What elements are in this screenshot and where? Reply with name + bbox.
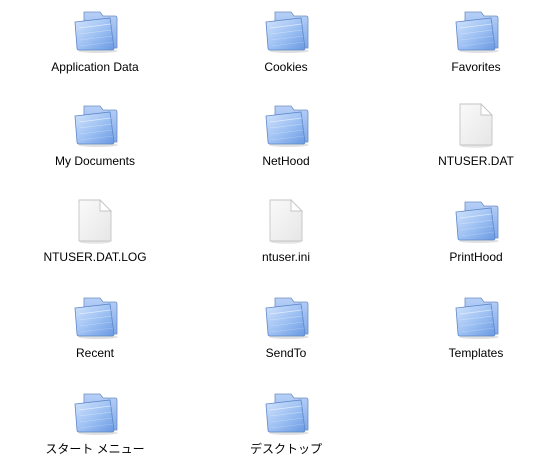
- folder-icon[interactable]: [261, 294, 311, 340]
- folder-icon[interactable]: [451, 198, 501, 244]
- folder-item[interactable]: スタート メニュー: [20, 390, 170, 470]
- folder-item[interactable]: Favorites: [401, 8, 550, 88]
- document-icon[interactable]: [451, 102, 501, 148]
- folder-icon[interactable]: [451, 294, 501, 340]
- item-label[interactable]: Recent: [20, 346, 170, 360]
- folder-item[interactable]: Application Data: [20, 8, 170, 88]
- item-label[interactable]: PrintHood: [401, 250, 550, 264]
- item-label[interactable]: Favorites: [401, 60, 550, 74]
- folder-item[interactable]: NetHood: [211, 102, 361, 182]
- folder-item[interactable]: Cookies: [211, 8, 361, 88]
- folder-icon[interactable]: [451, 8, 501, 54]
- item-label[interactable]: My Documents: [20, 154, 170, 168]
- folder-item[interactable]: デスクトップ: [211, 390, 361, 470]
- folder-item[interactable]: My Documents: [20, 102, 170, 182]
- item-label[interactable]: ntuser.ini: [211, 250, 361, 264]
- document-icon[interactable]: [70, 198, 120, 244]
- item-label[interactable]: スタート メニュー: [20, 442, 170, 456]
- folder-icon[interactable]: [70, 294, 120, 340]
- folder-icon[interactable]: [261, 8, 311, 54]
- folder-icon[interactable]: [261, 390, 311, 436]
- folder-item[interactable]: Recent: [20, 294, 170, 374]
- folder-item[interactable]: SendTo: [211, 294, 361, 374]
- file-item[interactable]: NTUSER.DAT.LOG: [20, 198, 170, 278]
- item-label[interactable]: SendTo: [211, 346, 361, 360]
- folder-icon[interactable]: [261, 102, 311, 148]
- folder-icon[interactable]: [70, 390, 120, 436]
- folder-icon[interactable]: [70, 8, 120, 54]
- folder-icon[interactable]: [70, 102, 120, 148]
- file-item[interactable]: ntuser.ini: [211, 198, 361, 278]
- folder-item[interactable]: Templates: [401, 294, 550, 374]
- folder-item[interactable]: PrintHood: [401, 198, 550, 278]
- item-label[interactable]: Cookies: [211, 60, 361, 74]
- file-icon-grid: Application Data Cookies Favorites My Do…: [0, 0, 550, 461]
- item-label[interactable]: NTUSER.DAT.LOG: [20, 250, 170, 264]
- file-item[interactable]: NTUSER.DAT: [401, 102, 550, 182]
- item-label[interactable]: NTUSER.DAT: [401, 154, 550, 168]
- item-label[interactable]: Templates: [401, 346, 550, 360]
- document-icon[interactable]: [261, 198, 311, 244]
- item-label[interactable]: NetHood: [211, 154, 361, 168]
- item-label[interactable]: Application Data: [20, 60, 170, 74]
- item-label[interactable]: デスクトップ: [211, 442, 361, 456]
